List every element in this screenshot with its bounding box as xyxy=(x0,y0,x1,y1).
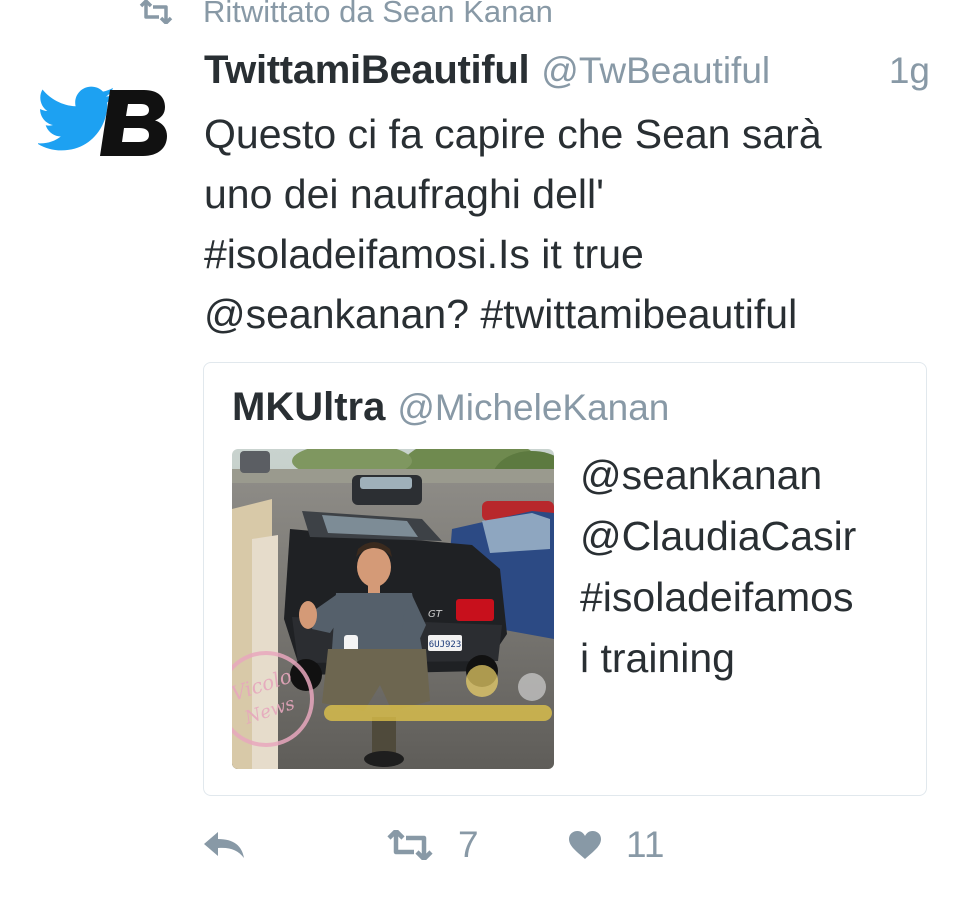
heart-icon xyxy=(569,831,601,859)
retweet-icon xyxy=(139,0,173,24)
reply-button[interactable] xyxy=(202,820,246,870)
retweet-context[interactable]: Ritwittato da Sean Kanan xyxy=(137,0,553,32)
svg-text:GT: GT xyxy=(428,609,443,620)
svg-text:6UJ923: 6UJ923 xyxy=(429,640,462,650)
retweet-count: 7 xyxy=(458,824,479,865)
photo-man-with-convertible-car-icon: 6UJ923 GT Vicolo News xyxy=(232,449,554,769)
twitter-bird-b-logo-icon xyxy=(36,86,167,156)
retweet-button[interactable]: 7 xyxy=(386,820,479,870)
retweet-icon xyxy=(387,830,433,860)
author-name[interactable]: TwittamiBeautiful xyxy=(204,48,530,93)
author-handle[interactable]: @TwBeautiful xyxy=(541,50,770,92)
tweet-text: Questo ci fa capire che Sean sarà uno de… xyxy=(204,111,822,337)
avatar[interactable] xyxy=(36,82,168,160)
quoted-author-handle: @MicheleKanan xyxy=(397,387,670,428)
tweet-header: TwittamiBeautiful @TwBeautiful 1g xyxy=(204,48,930,100)
like-button[interactable]: 11 xyxy=(568,820,664,870)
like-count: 11 xyxy=(626,824,665,865)
retweet-context-label: Ritwittato da Sean Kanan xyxy=(203,0,553,29)
quoted-tweet-photo[interactable]: 6UJ923 GT Vicolo News xyxy=(232,449,554,769)
quoted-tweet-text: @seankanan @ClaudiaCasir #isoladeifamos … xyxy=(580,452,857,681)
reply-icon xyxy=(204,832,244,858)
quoted-author-name: MKUltra xyxy=(232,385,386,429)
tweet-timestamp[interactable]: 1g xyxy=(889,50,930,92)
quoted-tweet-header: MKUltra @MicheleKanan xyxy=(232,385,669,430)
tweet-actions: 7 11 xyxy=(200,820,920,870)
quoted-tweet-card[interactable]: MKUltra @MicheleKanan 6UJ923 GT Vicolo N… xyxy=(203,362,927,796)
